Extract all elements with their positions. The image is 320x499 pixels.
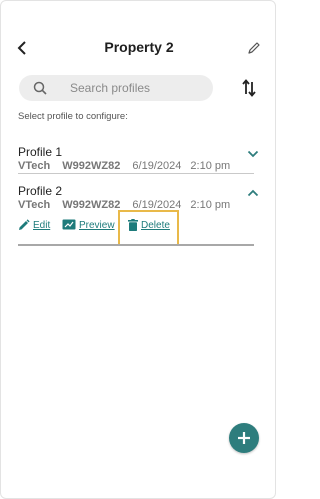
preview-icon (62, 219, 76, 230)
profile-meta: VTech W992WZ82 6/19/2024 2:10 pm (18, 199, 254, 211)
profile-item-2[interactable]: Profile 2 VTech W992WZ82 6/19/2024 2:10 … (18, 184, 259, 211)
preview-profile-button[interactable]: Preview (62, 219, 115, 231)
chevron-down-icon (247, 150, 259, 158)
expand-button[interactable] (246, 147, 260, 161)
chevron-up-icon (247, 189, 259, 197)
edit-label: Edit (33, 219, 51, 231)
profile-name: Profile 1 (18, 145, 63, 159)
divider (18, 244, 254, 246)
app-screen: Property 2 Select profi (0, 0, 276, 499)
profile-date: 6/19/2024 (132, 160, 182, 172)
profile-date: 6/19/2024 (132, 199, 182, 211)
divider (18, 173, 254, 174)
add-profile-button[interactable] (229, 423, 259, 453)
edit-profile-button[interactable]: Edit (18, 219, 50, 231)
search-row (19, 75, 269, 101)
sort-icon (242, 79, 256, 97)
profile-time: 2:10 pm (190, 199, 231, 211)
sort-button[interactable] (239, 78, 259, 98)
profile-brand: VTech (18, 199, 51, 211)
search-input[interactable] (68, 80, 202, 96)
profile-model: W992WZ82 (62, 160, 121, 172)
plus-icon (238, 432, 250, 444)
delete-profile-button[interactable]: Delete (128, 219, 170, 231)
collapse-button[interactable] (246, 186, 260, 200)
pencil-icon (19, 219, 30, 230)
instruction-text: Select profile to configure: (18, 111, 128, 122)
profile-time: 2:10 pm (190, 160, 231, 172)
pencil-icon (248, 42, 260, 54)
edit-title-button[interactable] (245, 39, 263, 57)
search-box[interactable] (19, 75, 213, 101)
profile-meta: VTech W992WZ82 6/19/2024 2:10 pm (18, 160, 254, 172)
preview-label: Preview (79, 219, 115, 231)
trash-icon (128, 219, 138, 231)
delete-label: Delete (141, 219, 170, 231)
page-title: Property 2 (104, 39, 174, 55)
profile-item-1[interactable]: Profile 1 VTech W992WZ82 6/19/2024 2:10 … (18, 145, 259, 172)
profile-brand: VTech (18, 160, 51, 172)
search-icon (32, 80, 48, 96)
profile-name: Profile 2 (18, 184, 63, 198)
header: Property 2 (1, 37, 277, 59)
profile-model: W992WZ82 (62, 199, 121, 211)
